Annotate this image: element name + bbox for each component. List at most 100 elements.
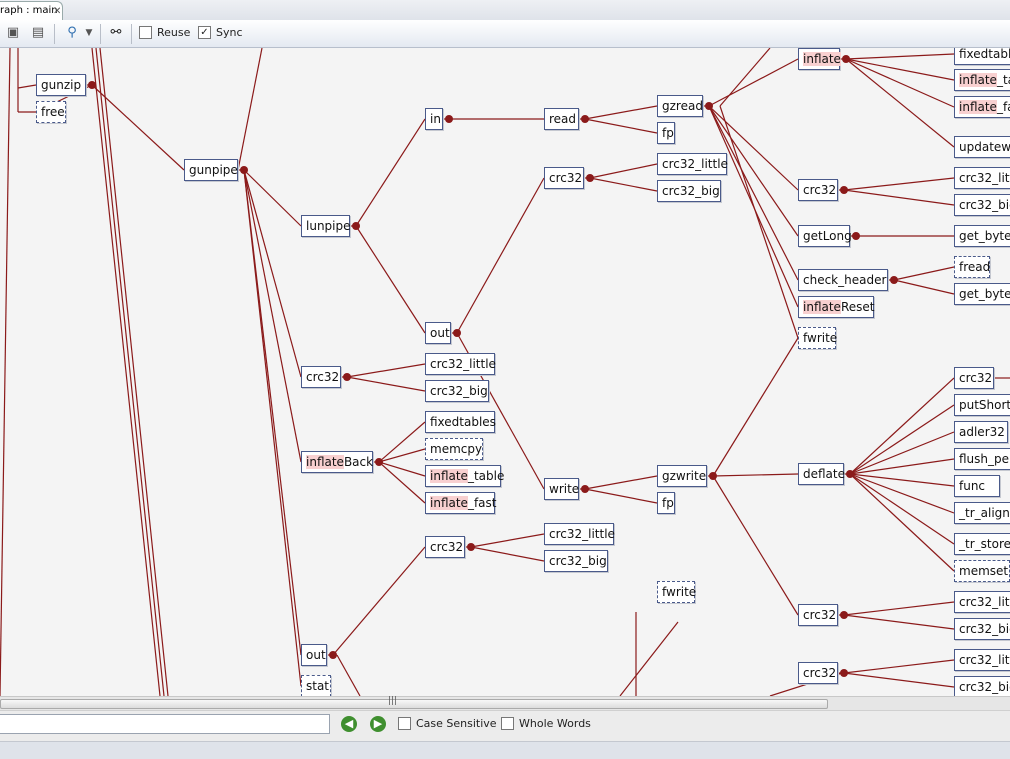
whole-words-checkbox[interactable] [501,716,514,730]
node-label: crc32_big [959,680,1010,694]
graph-node-crc32_little_b[interactable]: crc32_little [425,353,496,375]
graph-node-inflate_table_a[interactable]: inflate_table [425,465,504,487]
graph-node-fwrite_b[interactable]: fwrite [657,581,697,603]
graph-node-inflateBack[interactable]: inflateBack [301,451,373,473]
graph-node-putShort[interactable]: putShortM [954,394,1010,416]
graph-node-stat[interactable]: stat [301,675,331,696]
graph-node-gzread[interactable]: gzread [657,95,703,117]
graph-edge-offscreen [237,48,263,171]
save-icon[interactable]: ▣ [4,24,22,42]
scrollbar-thumb[interactable]: ||| [0,696,828,709]
graph-node-inflateReset[interactable]: inflateReset [798,296,874,318]
graph-node-free[interactable]: free [36,101,66,123]
node-label: out [430,326,450,340]
graph-node-crc32_f[interactable]: crc32 [798,604,838,626]
graph-node-out2[interactable]: out [301,644,327,666]
graph-node-in[interactable]: in [425,108,443,130]
reuse-label: Reuse [157,26,191,39]
graph-node-fwrite_a[interactable]: fwrite [798,327,837,349]
graph-node-crc32_big_g[interactable]: crc32_big [954,676,1010,696]
graph-edge [843,189,955,206]
graph-node-check_header[interactable]: check_header [798,269,888,291]
close-icon[interactable]: ✕ [53,3,61,21]
graph-node-lunpipe[interactable]: lunpipe [301,215,351,237]
graph-node-inflate_fast_b[interactable]: inflate_fa [954,96,1010,118]
graph-edge [346,376,426,392]
graph-node-crc32_big_a[interactable]: crc32_big [657,180,721,202]
graph-node-tr_stored[interactable]: _tr_storec [954,533,1010,555]
graph-node-get_byte_a[interactable]: get_byte [954,225,1010,247]
binoculars-icon[interactable]: ⚯ [107,24,125,42]
graph-node-read[interactable]: read [544,108,579,130]
graph-node-crc32_big_d[interactable]: crc32_big [954,194,1010,216]
graph-node-inflate_fast_a[interactable]: inflate_fast [425,492,497,514]
graph-node-deflate[interactable]: deflate [798,463,845,485]
graph-node-crc32_b[interactable]: crc32 [301,366,341,388]
graph-node-inflate_table_b[interactable]: inflate_tab [954,69,1010,91]
graph-node-crc32_little_a[interactable]: crc32_little [657,153,728,175]
zoom-icon[interactable]: ⚲ [63,24,81,42]
graph-node-crc32_c[interactable]: crc32 [425,536,465,558]
graph-node-crc32_d[interactable]: crc32 [798,179,838,201]
edge-anchor-dot [240,166,248,174]
graph-node-gunpipe[interactable]: gunpipe [184,159,238,181]
whole-words-option[interactable]: Whole Words [501,716,591,731]
graph-edge [849,473,955,572]
graph-node-out1[interactable]: out [425,322,451,344]
graph-node-flush_pen[interactable]: flush_pen [954,448,1010,470]
graph-edge [470,533,545,548]
graph-edge [843,601,955,616]
graph-node-fread[interactable]: fread [954,256,990,278]
graph-edge [346,363,426,378]
arrow-right-icon[interactable]: ▶ [370,716,386,732]
graph-node-adler32[interactable]: adler32 [954,421,1008,443]
edge-anchor-dot [581,485,589,493]
graph-node-get_byte_b[interactable]: get_byte [954,283,1010,305]
arrow-left-icon[interactable]: ◀ [341,716,357,732]
reuse-toggle[interactable]: Reuse [139,24,190,42]
graph-node-tr_align[interactable]: _tr_align [954,502,1010,524]
graph-node-crc32_a[interactable]: crc32 [544,167,584,189]
graph-node-fixedtables_a[interactable]: fixedtables [425,411,496,433]
graph-node-crc32_little_c[interactable]: crc32_little [544,523,615,545]
case-sensitive-option[interactable]: Case Sensitive [398,716,497,731]
node-label: crc32_big [959,622,1010,636]
sync-checkbox[interactable]: ✓ [198,25,211,39]
graph-node-crc32_g[interactable]: crc32 [798,662,838,684]
graph-node-crc32_little_f[interactable]: crc32_litt [954,591,1010,613]
graph-node-crc32_big_b[interactable]: crc32_big [425,380,489,402]
graph-node-fp2[interactable]: fp [657,492,675,514]
edge-anchor-dot [709,472,717,480]
graph-node-crc32_little_g[interactable]: crc32_litt [954,649,1010,671]
graph-node-crc32_big_f[interactable]: crc32_big [954,618,1010,640]
graph-node-fixedtables_b[interactable]: fixedtable [954,48,1010,65]
graph-node-getLong[interactable]: getLong [798,225,852,247]
reuse-checkbox[interactable] [139,25,152,39]
sync-toggle[interactable]: ✓ Sync [198,24,243,42]
chevron-down-icon[interactable]: ▼ [80,24,98,42]
node-label: crc32_little [549,527,615,541]
graph-edge-offscreen [0,48,11,696]
tab-main[interactable]: raph : main ✕ [0,1,63,21]
graph-node-gunzip[interactable]: gunzip [36,74,86,96]
graph-node-updatewindow[interactable]: updatewi [954,136,1010,158]
call-graph-canvas[interactable]: gunzip free gunpipe lunpipe in read gzread fp cr… [0,48,1010,696]
graph-node-crc32_big_c[interactable]: crc32_big [544,550,608,572]
graph-node-fp1[interactable]: fp [657,122,675,144]
horizontal-scrollbar[interactable]: ||| [0,696,1010,711]
graph-node-memcpy[interactable]: memcpy [425,438,483,460]
node-label: crc32 [959,371,993,385]
case-sensitive-checkbox[interactable] [398,716,411,730]
graph-node-memset[interactable]: memset [954,560,1010,582]
find-input[interactable] [0,714,330,734]
graph-node-crc32_e[interactable]: crc32 [954,367,994,389]
graph-node-write[interactable]: write [544,478,579,500]
graph-edge [712,475,799,616]
node-label: fwrite [662,585,697,599]
export-icon[interactable]: ▤ [29,24,47,42]
graph-node-func[interactable]: func [954,475,1000,497]
graph-node-crc32_little_d[interactable]: crc32_litt [954,167,1010,189]
graph-node-inflate[interactable]: inflate [798,48,841,70]
node-label: _tr_storec [959,537,1010,551]
graph-node-gzwrite[interactable]: gzwrite [657,465,707,487]
